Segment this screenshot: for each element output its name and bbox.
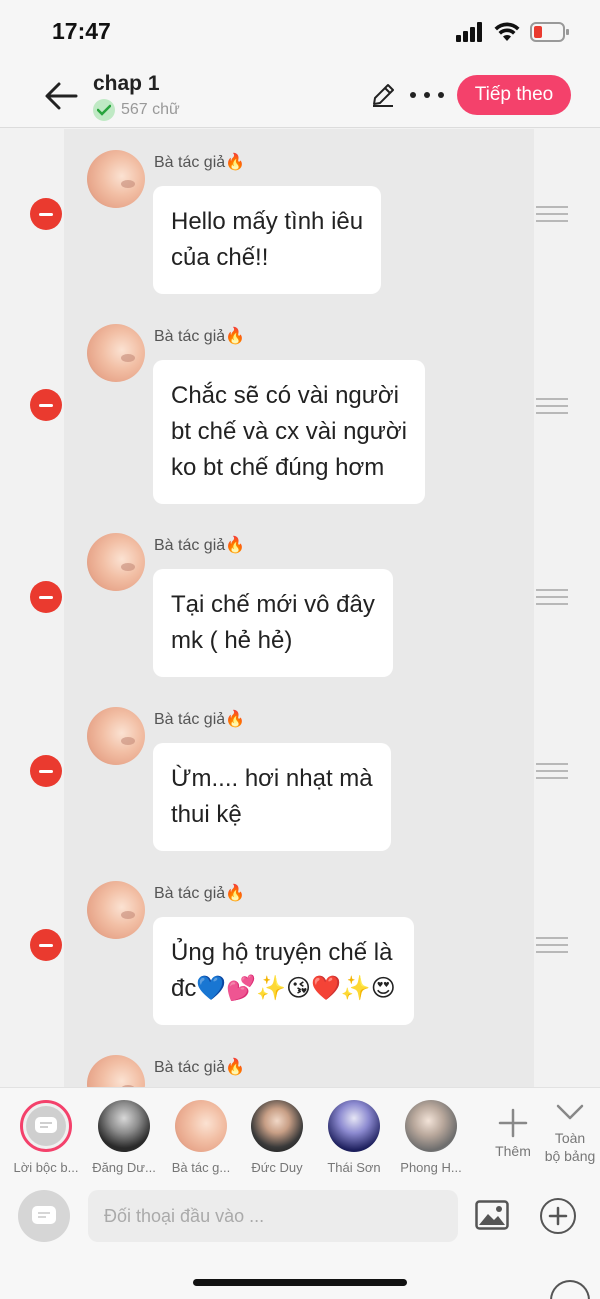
drag-handle-icon[interactable] [536, 206, 568, 222]
chapter-title[interactable]: chap 1 [93, 72, 160, 96]
author-name: Bà tác giả🔥 [154, 1059, 246, 1076]
avatar [251, 1100, 303, 1152]
add-label: Thêm [495, 1143, 531, 1159]
avatar [175, 1100, 227, 1152]
character-name: Đức Duy [251, 1160, 303, 1175]
author-name: Bà tác giả🔥 [154, 328, 246, 345]
message-bubble[interactable]: Ừm.... hơi nhạt mà thui kệ [153, 743, 391, 851]
drag-handle-icon[interactable] [536, 937, 568, 953]
message-bubble[interactable]: Chắc sẽ có vài người bt chế và cx vài ng… [153, 360, 425, 504]
chevron-down-icon [556, 1104, 584, 1120]
message-bubble[interactable]: Ủng hộ truyện chế là đc💙💕✨😘❤️✨😍 [153, 917, 414, 1025]
more-options-icon[interactable] [410, 82, 444, 108]
character-name: Phong H... [400, 1160, 462, 1175]
pencil-icon[interactable] [370, 82, 396, 108]
plus-icon [498, 1108, 528, 1138]
dialogue-input[interactable] [88, 1190, 458, 1242]
author-name: Bà tác giả🔥 [154, 537, 246, 554]
character-name: Đăng Dư... [92, 1160, 156, 1175]
home-indicator [193, 1279, 407, 1286]
drag-handle-icon[interactable] [536, 763, 568, 779]
remove-message-button[interactable] [30, 581, 62, 613]
drag-handle-icon[interactable] [536, 398, 568, 414]
character-name: Bà tác g... [171, 1160, 231, 1175]
author-name: Bà tác giả🔥 [154, 154, 246, 171]
message-bubble[interactable]: Hello mấy tình iêu của chế!! [153, 186, 382, 294]
status-time: 17:47 [52, 18, 111, 44]
drag-handle-icon[interactable] [536, 589, 568, 605]
image-icon[interactable] [475, 1200, 509, 1230]
character-bar: Lời bộc b... Đăng Dư... Bà tác g... Đức … [0, 1087, 600, 1180]
avatar [328, 1100, 380, 1152]
input-bar [0, 1180, 600, 1299]
editor-header: chap 1 567 chữ Tiếp theo [0, 62, 600, 128]
chat-bubble-icon [35, 1117, 57, 1133]
message-list: Bà tác giả🔥 Hello mấy tình iêu của chế!!… [0, 129, 600, 1087]
status-bar: 17:47 [0, 0, 600, 62]
remove-message-button[interactable] [30, 929, 62, 961]
character-name: Thái Sơn [327, 1160, 381, 1175]
dialogue-type-button[interactable] [18, 1190, 70, 1242]
remove-message-button[interactable] [30, 755, 62, 787]
author-name: Bà tác giả🔥 [154, 885, 246, 902]
signal-icon [456, 22, 482, 42]
remove-message-button[interactable] [30, 198, 62, 230]
add-character-button[interactable]: Thêm [488, 1108, 538, 1159]
expand-all-button[interactable]: Toàn bộ bảng [540, 1102, 600, 1165]
character-name: Lời bộc b... [13, 1160, 79, 1175]
word-count: 567 chữ [93, 99, 180, 121]
remove-message-button[interactable] [30, 389, 62, 421]
avatar [98, 1100, 150, 1152]
scroll-up-button[interactable] [550, 1280, 590, 1299]
check-icon [93, 99, 115, 121]
character-item[interactable]: Đức Duy [240, 1100, 314, 1175]
avatar [87, 707, 145, 765]
battery-icon [530, 22, 569, 42]
add-content-button[interactable] [540, 1198, 576, 1234]
character-item[interactable]: Đăng Dư... [87, 1100, 161, 1175]
character-narrator[interactable]: Lời bộc b... [9, 1100, 83, 1175]
narrator-avatar [20, 1100, 72, 1152]
word-count-label: 567 chữ [121, 101, 180, 118]
avatar [87, 324, 145, 382]
next-button[interactable]: Tiếp theo [457, 75, 571, 115]
chat-bubble-icon [32, 1206, 56, 1224]
character-item[interactable]: Phong H... [394, 1100, 468, 1175]
wifi-icon [494, 22, 520, 41]
back-arrow-icon[interactable] [44, 80, 78, 112]
message-bubble[interactable]: Tại chế mới vô đây mk ( hẻ hẻ) [153, 569, 393, 677]
avatar [87, 881, 145, 939]
avatar [87, 533, 145, 591]
character-item[interactable]: Bà tác g... [164, 1100, 238, 1175]
avatar [87, 150, 145, 208]
avatar [405, 1100, 457, 1152]
author-name: Bà tác giả🔥 [154, 711, 246, 728]
expand-all-label: Toàn bộ bảng [544, 1130, 596, 1164]
plus-icon [548, 1206, 568, 1226]
status-icons [456, 20, 570, 44]
character-item[interactable]: Thái Sơn [317, 1100, 391, 1175]
